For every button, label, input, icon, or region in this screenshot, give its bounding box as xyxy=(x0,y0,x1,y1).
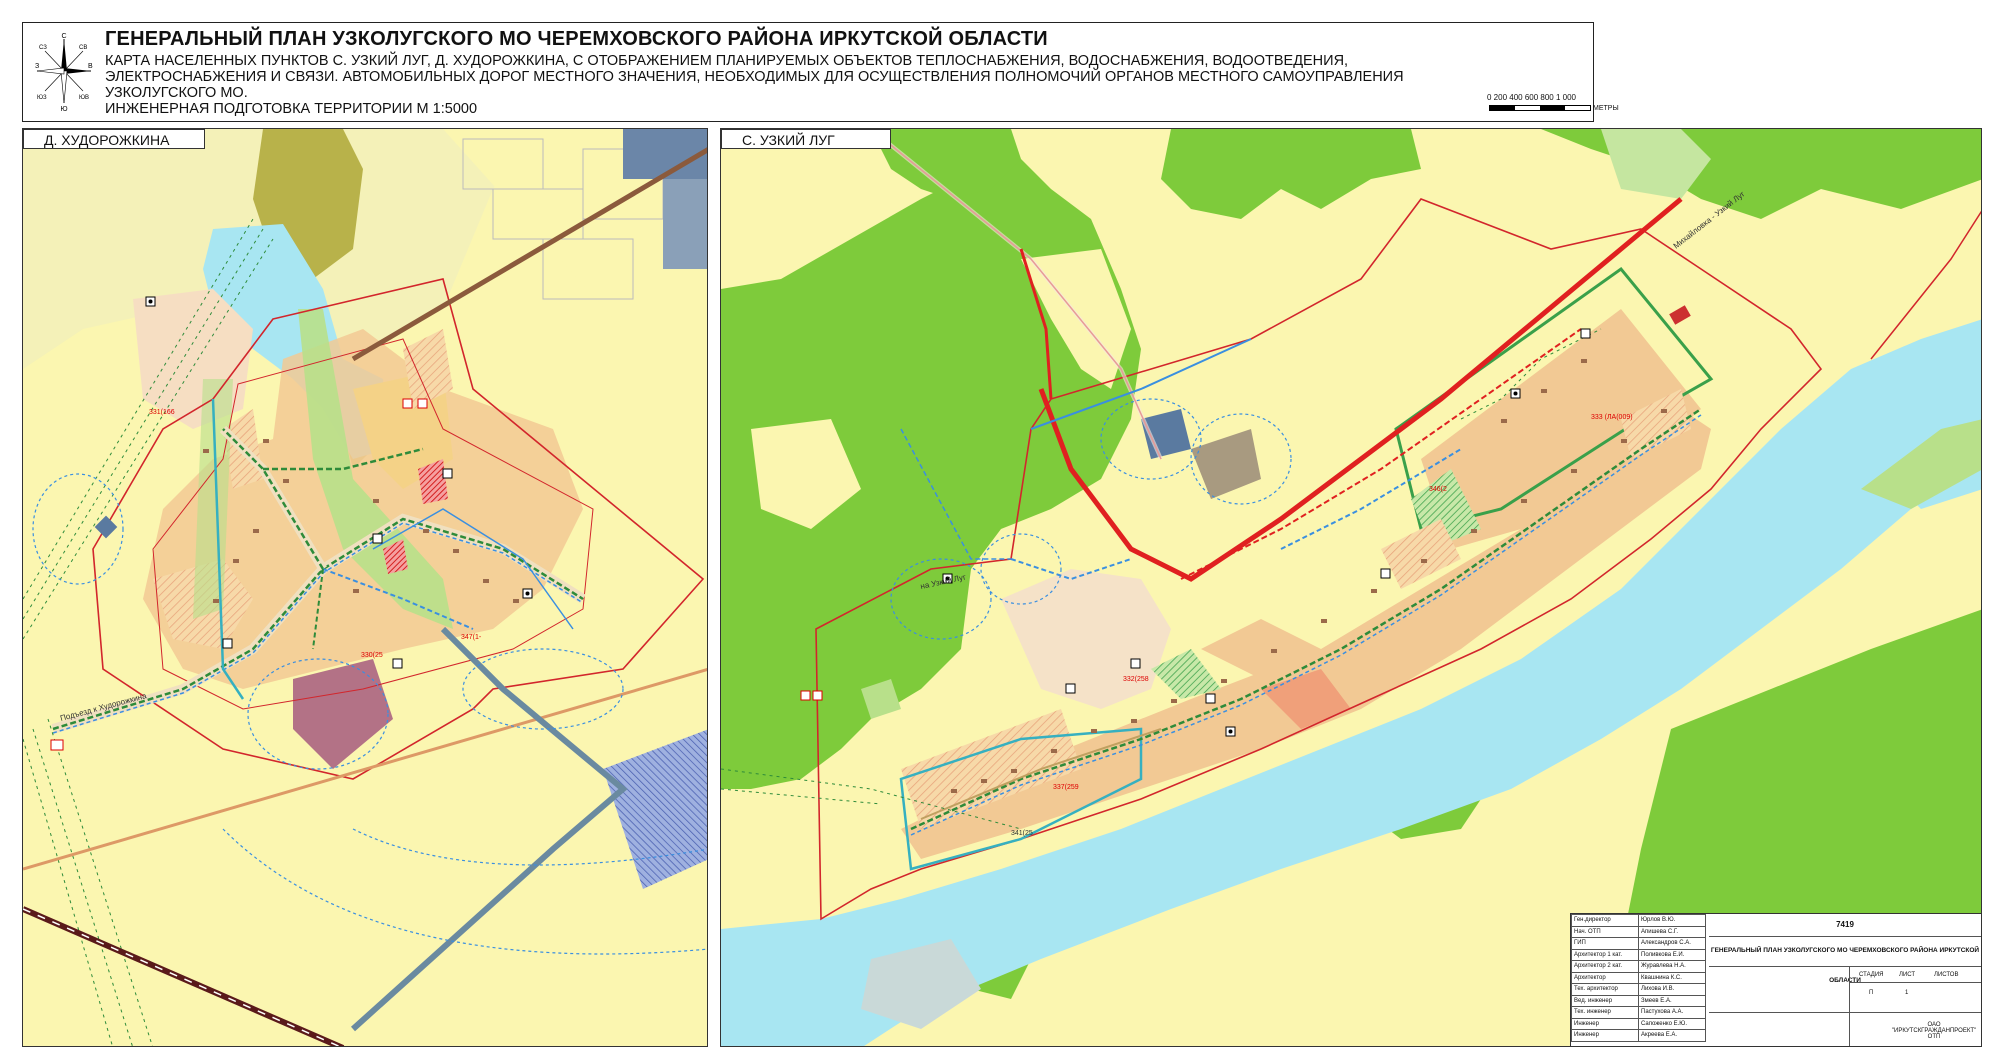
title-stamp: Ген.директор Юрлов В.Ю. Нач. ОТП Апишева С.… xyxy=(1570,913,1982,1047)
map-khudorozhkina: 331(166 347(1- 330(25 Подъезд к Худорожк… xyxy=(23,129,707,1046)
stamp-person: Пастухова А.А. xyxy=(1638,1006,1706,1019)
stamp-role: Вед. инженер xyxy=(1571,994,1639,1007)
stamp-person: Журавлева Н.А. xyxy=(1638,960,1706,973)
stamp-role: Нач. ОТП xyxy=(1571,925,1639,938)
stamp-role: Ген.директор xyxy=(1571,914,1639,927)
stamp-company-row: ОАО "ИРКУТСКГРАЖДАНПРОЕКТ" ОТП xyxy=(1709,1012,1981,1046)
stamp-row: Тех. архитектор Лихова И.В. xyxy=(1571,983,1706,996)
stamp-sheet: 1 xyxy=(1905,990,1909,996)
stamp-person: Апишева С.Г. xyxy=(1638,925,1706,938)
stamp-role: Тех. архитектор xyxy=(1571,983,1639,996)
stamp-signatures-table: Ген.директор Юрлов В.Ю. Нач. ОТП Апишева С.… xyxy=(1571,914,1706,1042)
compass-nw: СЗ xyxy=(39,45,47,51)
subtitle-line: УЗКОЛУГСКОГО МО. xyxy=(105,85,248,101)
lot-label: 347(1- xyxy=(461,634,482,641)
lot-label: 341(25 xyxy=(1011,830,1033,837)
stamp-code: 7419 xyxy=(1709,914,1981,937)
stamp-role: Архитектор xyxy=(1571,971,1639,984)
compass-ne: СВ xyxy=(79,45,87,51)
stamp-row: Архитектор 2 кат. Журавлева Н.А. xyxy=(1571,960,1706,973)
compass-east: В xyxy=(88,63,93,70)
stamp-col-stage: СТАДИЯ xyxy=(1859,972,1884,978)
stamp-project-title: ГЕНЕРАЛЬНЫЙ ПЛАН УЗКОЛУГСКОГО МО ЧЕРЕМХО… xyxy=(1709,936,1981,984)
stamp-stage: П xyxy=(1869,990,1874,996)
subtitle-line: ИНЖЕНЕРНАЯ ПОДГОТОВКА ТЕРРИТОРИИ М 1:500… xyxy=(105,101,478,117)
stamp-row: Нач. ОТП Апишева С.Г. xyxy=(1571,925,1706,938)
stamp-right: 7419 ГЕНЕРАЛЬНЫЙ ПЛАН УЗКОЛУГСКОГО МО ЧЕ… xyxy=(1709,914,1981,1046)
stamp-row: Архитектор Квашнина К.С. xyxy=(1571,971,1706,984)
lot-label: 330(25 xyxy=(361,652,383,659)
scale-bar: 0 200 400 600 800 1 000 МЕТРЫ xyxy=(1461,93,1619,121)
stamp-col-sheet: ЛИСТ xyxy=(1899,972,1916,978)
scale-ticks: 0 200 400 600 800 1 000 xyxy=(1487,93,1576,102)
stamp-row: Ген.директор Юрлов В.Ю. xyxy=(1571,914,1706,927)
stamp-row: Архитектор 1 кат. Поливкова Е.И. xyxy=(1571,948,1706,961)
stamp-person: Лихова И.В. xyxy=(1638,983,1706,996)
lot-label: 337(259 xyxy=(1053,784,1079,791)
stamp-row: Вед. инженер Змеев Е.А. xyxy=(1571,994,1706,1007)
stamp-role: Инженер xyxy=(1571,1017,1639,1030)
map-title-block: С Ю З В СЗ СВ ЮЗ ЮВ ГЕНЕРАЛЬНЫЙ ПЛАН УЗК… xyxy=(22,22,1619,122)
compass-sw: ЮЗ xyxy=(37,95,47,101)
compass-north: С xyxy=(61,33,66,40)
map-uzkiy-lug: 333 (ЛА(009) 332(258 337(259 341(25 346(… xyxy=(721,129,1981,1046)
compass-se: ЮВ xyxy=(79,95,89,101)
stamp-person: Поливкова Е.И. xyxy=(1638,948,1706,961)
stamp-role: Тех. инженер xyxy=(1571,1006,1639,1019)
lot-label: 331(166 xyxy=(149,409,175,416)
subtitle-line: ЭЛЕКТРОСНАБЖЕНИЯ И СВЯЗИ. АВТОМОБИЛЬНЫХ … xyxy=(105,69,1404,85)
scale-unit: МЕТРЫ xyxy=(1593,105,1619,112)
stamp-person: Акреева Е.А. xyxy=(1638,1029,1706,1042)
industrial-lot xyxy=(623,129,707,179)
lot-label: 333 (ЛА(009) xyxy=(1591,414,1633,421)
panel-label-uzkiy-lug: С. УЗКИЙ ЛУГ xyxy=(721,129,891,149)
stamp-col-sheets: ЛИСТОВ xyxy=(1934,972,1959,978)
stamp-person: Александров С.А. xyxy=(1638,937,1706,950)
industrial-lot-2 xyxy=(663,179,707,269)
map-panel-uzkiy-lug[interactable]: С. УЗКИЙ ЛУГ 333 (ЛА(009) 332(258 337(25… xyxy=(720,128,1982,1047)
stamp-role: ГИП xyxy=(1571,937,1639,950)
stamp-person: Квашнина К.С. xyxy=(1638,971,1706,984)
lot-label: 332(258 xyxy=(1123,676,1149,683)
page-subtitle: КАРТА НАСЕЛЕННЫХ ПУНКТОВ С. УЗКИЙ ЛУГ, Д… xyxy=(105,53,1445,117)
stamp-person: Юрлов В.Ю. xyxy=(1638,914,1706,927)
page-title: ГЕНЕРАЛЬНЫЙ ПЛАН УЗКОЛУГСКОГО МО ЧЕРЕМХО… xyxy=(105,28,1048,50)
stamp-sheet-info: СТАДИЯ ЛИСТ ЛИСТОВ П 1 xyxy=(1709,966,1981,1013)
compass-rose-icon: С Ю З В СЗ СВ ЮЗ ЮВ xyxy=(35,33,93,111)
map-panel-khudorozhkina[interactable]: Д. ХУДОРОЖКИНА 331(166 347(1- 330(25 Под… xyxy=(22,128,708,1047)
lot-label: 346(2 xyxy=(1429,486,1447,493)
stamp-person: Сапоженко Е.Ю. xyxy=(1638,1017,1706,1030)
stamp-row: Инженер Акреева Е.А. xyxy=(1571,1029,1706,1042)
compass-south: Ю xyxy=(60,106,67,111)
stamp-person: Змеев Е.А. xyxy=(1638,994,1706,1007)
compass-west: З xyxy=(35,63,39,70)
stamp-row: ГИП Александров С.А. xyxy=(1571,937,1706,950)
scale-bar-graphic xyxy=(1489,105,1591,111)
stamp-role: Архитектор 2 кат. xyxy=(1571,960,1639,973)
stamp-company: ОАО "ИРКУТСКГРАЖДАНПРОЕКТ" ОТП xyxy=(1891,1022,1977,1040)
panel-label-khudorozhkina: Д. ХУДОРОЖКИНА xyxy=(23,129,205,149)
stamp-role: Инженер xyxy=(1571,1029,1639,1042)
stamp-role: Архитектор 1 кат. xyxy=(1571,948,1639,961)
subtitle-line: КАРТА НАСЕЛЕННЫХ ПУНКТОВ С. УЗКИЙ ЛУГ, Д… xyxy=(105,53,1349,69)
stamp-row: Инженер Сапоженко Е.Ю. xyxy=(1571,1017,1706,1030)
stamp-row: Тех. инженер Пастухова А.А. xyxy=(1571,1006,1706,1019)
